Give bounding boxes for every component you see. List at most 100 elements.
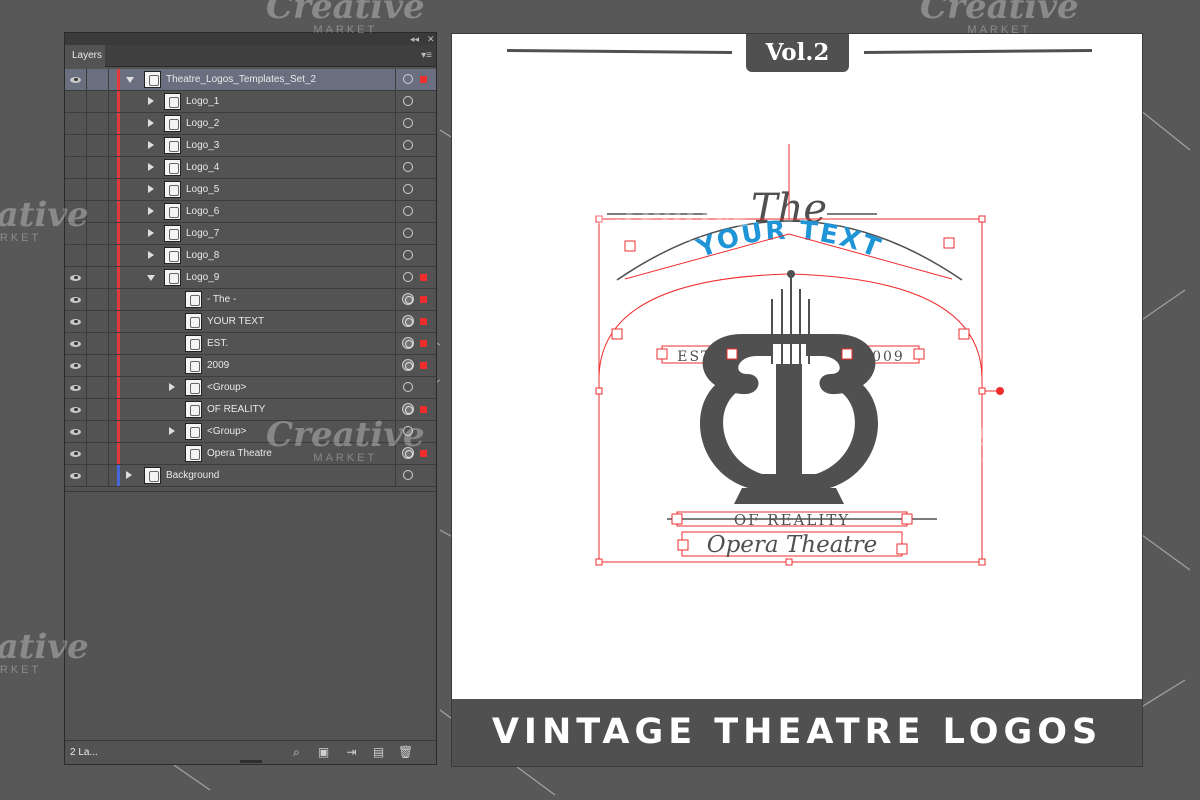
trash-icon[interactable]: 🗑 [398,746,413,759]
lock-toggle[interactable] [87,113,109,134]
target-circle-icon[interactable] [403,184,413,194]
selection-indicator[interactable] [420,318,427,325]
visibility-toggle[interactable] [65,113,87,134]
visibility-toggle[interactable] [65,135,87,156]
target-circle-icon[interactable] [403,426,413,436]
layer-name[interactable]: Theatre_Logos_Templates_Set_2 [166,69,316,90]
double-chevron-left-icon[interactable]: ◂◂ [410,33,419,45]
lock-toggle[interactable] [87,355,109,376]
layer-name[interactable]: Logo_5 [186,179,219,200]
selection-indicator[interactable] [420,340,427,347]
visibility-toggle[interactable] [65,69,87,90]
visibility-toggle[interactable] [65,311,87,332]
selection-indicator[interactable] [420,76,427,83]
layer-row-logo-9[interactable]: Logo_9 [65,267,436,289]
layer-name[interactable]: Logo_1 [186,91,219,112]
target-circle-icon[interactable] [402,315,414,327]
layer-row-background[interactable]: Background [65,465,436,487]
target-circle-icon[interactable] [402,359,414,371]
target-circle-icon[interactable] [403,470,413,480]
target-circle-icon[interactable] [402,337,414,349]
target-circle-icon[interactable] [403,96,413,106]
target-circle-icon[interactable] [403,382,413,392]
layer-row-your-text[interactable]: YOUR TEXT [65,311,436,333]
target-circle-icon[interactable] [403,74,413,84]
target-circle-icon[interactable] [403,140,413,150]
expand-arrow-icon[interactable] [169,383,175,391]
layer-row-of-reality[interactable]: OF REALITY [65,399,436,421]
lock-toggle[interactable] [87,135,109,156]
layer-row-logo-8[interactable]: Logo_8 [65,245,436,267]
expand-arrow-icon[interactable] [148,141,154,149]
lock-toggle[interactable] [87,465,109,486]
search-icon[interactable]: ⌕ [290,746,303,759]
visibility-toggle[interactable] [65,355,87,376]
panel-title-bar[interactable]: ◂◂ ✕ [65,33,436,45]
lock-toggle[interactable] [87,399,109,420]
lock-toggle[interactable] [87,289,109,310]
layer-row-theatre-logos-templates-set-2[interactable]: Theatre_Logos_Templates_Set_2 [65,69,436,91]
layer-name[interactable]: OF REALITY [207,399,265,420]
expand-arrow-icon[interactable] [148,207,154,215]
expand-arrow-icon[interactable] [148,229,154,237]
layer-name[interactable]: 2009 [207,355,229,376]
visibility-toggle[interactable] [65,289,87,310]
layer-name[interactable]: Logo_8 [186,245,219,266]
visibility-toggle[interactable] [65,223,87,244]
lock-toggle[interactable] [87,91,109,112]
lock-toggle[interactable] [87,443,109,464]
selection-indicator[interactable] [420,296,427,303]
lock-toggle[interactable] [87,201,109,222]
create-new-layer-icon[interactable]: ▤ [372,746,385,759]
target-circle-icon[interactable] [402,293,414,305]
panel-resize-handle[interactable] [240,760,262,763]
layer-row-the[interactable]: - The - [65,289,436,311]
layer-name[interactable]: Logo_3 [186,135,219,156]
layer-row-logo-3[interactable]: Logo_3 [65,135,436,157]
expand-arrow-icon[interactable] [147,275,155,281]
close-icon[interactable]: ✕ [427,33,435,45]
visibility-toggle[interactable] [65,201,87,222]
panel-menu-icon[interactable]: ▾≡ [421,50,432,61]
lock-toggle[interactable] [87,311,109,332]
target-circle-icon[interactable] [402,447,414,459]
layer-name[interactable]: Logo_7 [186,223,219,244]
visibility-toggle[interactable] [65,179,87,200]
visibility-toggle[interactable] [65,157,87,178]
logo-artwork[interactable]: The YOUR TEXT EST. 2009 OF REALITY Opera… [452,34,1142,704]
layer-name[interactable]: Logo_6 [186,201,219,222]
layer-name[interactable]: <Group> [207,421,246,442]
target-circle-icon[interactable] [403,272,413,282]
layer-row-logo-6[interactable]: Logo_6 [65,201,436,223]
tab-layers[interactable]: Layers [65,45,105,67]
visibility-toggle[interactable] [65,421,87,442]
visibility-toggle[interactable] [65,399,87,420]
lock-toggle[interactable] [87,267,109,288]
lock-toggle[interactable] [87,245,109,266]
layer-name[interactable]: Logo_9 [186,267,219,288]
layer-row-logo-1[interactable]: Logo_1 [65,91,436,113]
target-circle-icon[interactable] [403,118,413,128]
layer-row-opera-theatre[interactable]: Opera Theatre [65,443,436,465]
layer-name[interactable]: Logo_2 [186,113,219,134]
expand-arrow-icon[interactable] [126,77,134,83]
layer-name[interactable]: YOUR TEXT [207,311,264,332]
selection-indicator[interactable] [420,362,427,369]
visibility-toggle[interactable] [65,377,87,398]
selection-indicator[interactable] [420,274,427,281]
layer-name[interactable]: - The - [207,289,236,310]
lock-toggle[interactable] [87,377,109,398]
layer-name[interactable]: EST. [207,333,228,354]
layer-name[interactable]: Background [166,465,219,486]
layer-name[interactable]: Opera Theatre [207,443,272,464]
expand-arrow-icon[interactable] [148,163,154,171]
make-clipping-mask-icon[interactable]: ▣ [317,746,330,759]
layer-row-group-2[interactable]: <Group> [65,421,436,443]
layer-name[interactable]: Logo_4 [186,157,219,178]
layer-name[interactable]: <Group> [207,377,246,398]
visibility-toggle[interactable] [65,91,87,112]
expand-arrow-icon[interactable] [148,119,154,127]
lock-toggle[interactable] [87,421,109,442]
target-circle-icon[interactable] [403,250,413,260]
lock-toggle[interactable] [87,179,109,200]
